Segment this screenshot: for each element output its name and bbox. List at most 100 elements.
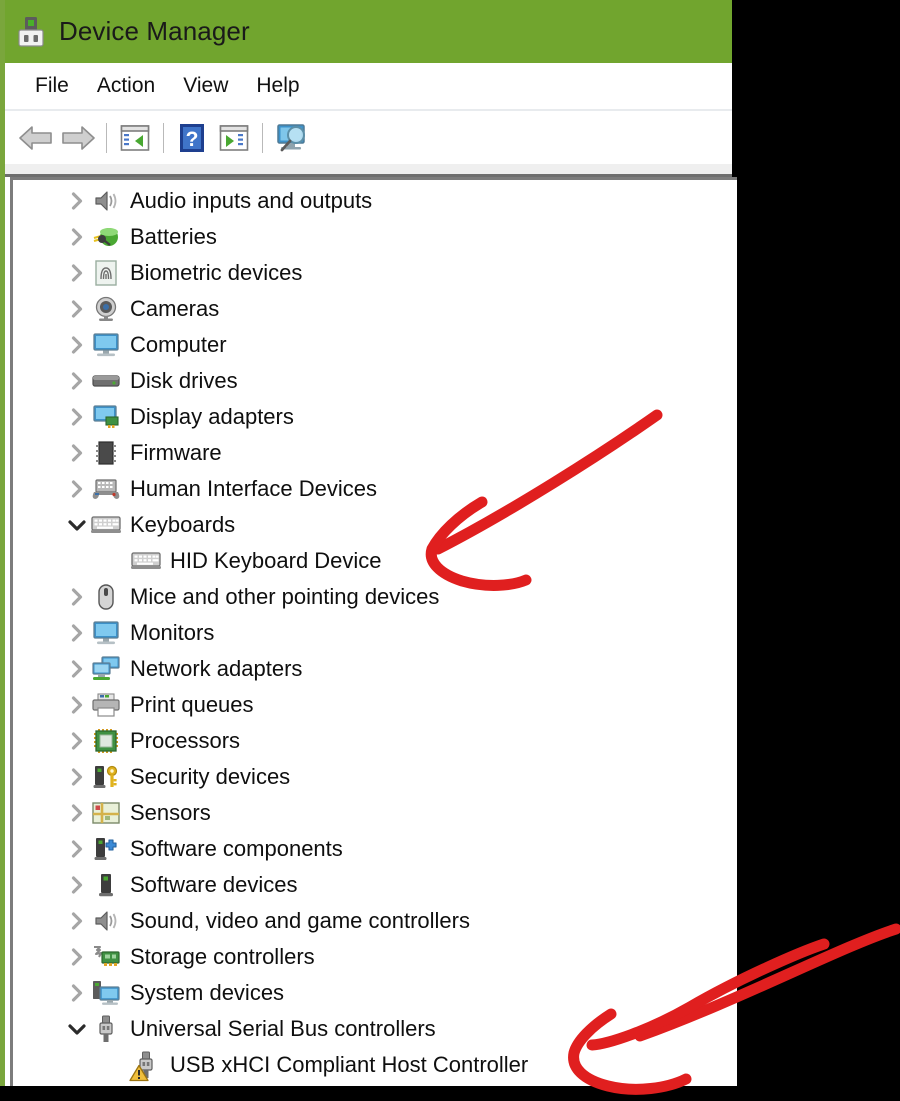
tree-node[interactable]: Network adapters: [13, 651, 737, 687]
tree-node-label: Audio inputs and outputs: [130, 188, 373, 213]
tree-node-label: Sound, video and game controllers: [130, 908, 470, 933]
tree-node-label: Display adapters: [130, 404, 294, 429]
forward-button[interactable]: [57, 118, 99, 158]
tree-node[interactable]: Monitors: [13, 615, 737, 651]
chevron-right-icon[interactable]: [64, 228, 90, 246]
tree-node[interactable]: Display adapters: [13, 399, 737, 435]
chevron-down-icon[interactable]: [64, 518, 90, 532]
tree-node[interactable]: Audio inputs and outputs: [13, 183, 737, 219]
tree-node[interactable]: Computer: [13, 327, 737, 363]
chevron-right-icon[interactable]: [64, 336, 90, 354]
chevron-right-icon[interactable]: [64, 264, 90, 282]
chevron-down-icon[interactable]: [64, 1022, 90, 1036]
tree-node-label: Cameras: [130, 296, 220, 321]
tree-node[interactable]: Biometric devices: [13, 255, 737, 291]
tree-node-label: Keyboards: [130, 512, 236, 537]
system-device-icon: [90, 979, 122, 1007]
tree-node-label: Biometric devices: [130, 260, 303, 285]
display-adapter-icon: [90, 403, 122, 431]
tree-node-label: Universal Serial Bus controllers: [130, 1016, 436, 1041]
chevron-right-icon[interactable]: [64, 732, 90, 750]
chevron-right-icon[interactable]: [64, 876, 90, 894]
hid-gamepad-icon: [90, 475, 122, 503]
menu-action[interactable]: Action: [83, 71, 169, 101]
device-tree-panel[interactable]: Audio inputs and outputs Batteries Biome…: [10, 177, 737, 1086]
chevron-right-icon[interactable]: [64, 768, 90, 786]
menu-bar: File Action View Help: [5, 63, 732, 111]
show-console-tree-button[interactable]: [114, 118, 156, 158]
tree-node[interactable]: Sound, video and game controllers: [13, 903, 737, 939]
keyboard-icon: [90, 511, 122, 539]
tree-node[interactable]: Security devices: [13, 759, 737, 795]
tree-node[interactable]: Universal Serial Bus controllers: [13, 1011, 737, 1047]
disk-drive-icon: [90, 367, 122, 395]
tree-node[interactable]: Sensors: [13, 795, 737, 831]
tree-node[interactable]: Mice and other pointing devices: [13, 579, 737, 615]
chevron-right-icon[interactable]: [64, 192, 90, 210]
usb-icon: [129, 1051, 162, 1082]
tree-node[interactable]: Software components: [13, 831, 737, 867]
chevron-right-icon[interactable]: [64, 660, 90, 678]
tree-node-label: Network adapters: [130, 656, 303, 681]
device-tree: Audio inputs and outputs Batteries Biome…: [13, 180, 737, 1083]
window-title: Device Manager: [59, 16, 250, 46]
chevron-right-icon[interactable]: [64, 588, 90, 606]
chevron-right-icon[interactable]: [64, 984, 90, 1002]
tree-node-label: Storage controllers: [130, 944, 315, 969]
speaker-icon: [90, 187, 122, 215]
tree-node-label: Human Interface Devices: [130, 476, 377, 501]
menu-file[interactable]: File: [21, 71, 83, 101]
menu-help[interactable]: Help: [242, 71, 313, 101]
tree-node[interactable]: Cameras: [13, 291, 737, 327]
tree-node-label: USB xHCI Compliant Host Controller: [170, 1052, 529, 1077]
device-manager-window: Device Manager File Action View Help ? A…: [0, 0, 737, 1086]
chevron-right-icon[interactable]: [64, 948, 90, 966]
tree-node[interactable]: Disk drives: [13, 363, 737, 399]
help-button[interactable]: ?: [171, 118, 213, 158]
tree-node-label: Disk drives: [130, 368, 238, 393]
tree-node-label: Software devices: [130, 872, 298, 897]
tree-node[interactable]: System devices: [13, 975, 737, 1011]
tree-node[interactable]: Software devices: [13, 867, 737, 903]
properties-button[interactable]: [213, 118, 255, 158]
toolbar-bottom-strip: [5, 164, 732, 177]
chevron-right-icon[interactable]: [64, 840, 90, 858]
firmware-chip-icon: [90, 439, 122, 467]
tree-node[interactable]: USB xHCI Compliant Host Controller: [13, 1047, 737, 1083]
tree-node[interactable]: Keyboards: [13, 507, 737, 543]
tree-node[interactable]: Human Interface Devices: [13, 471, 737, 507]
tree-node[interactable]: Firmware: [13, 435, 737, 471]
menu-view[interactable]: View: [169, 71, 242, 101]
title-bar: Device Manager: [5, 0, 732, 63]
toolbar: ?: [5, 111, 732, 164]
tree-node-label: HID Keyboard Device: [170, 548, 382, 573]
tree-node-label: System devices: [130, 980, 285, 1005]
tree-node[interactable]: Processors: [13, 723, 737, 759]
chevron-right-icon[interactable]: [64, 804, 90, 822]
back-button[interactable]: [15, 118, 57, 158]
tree-node-label: Firmware: [130, 440, 222, 465]
chevron-right-icon[interactable]: [64, 696, 90, 714]
tree-node[interactable]: Print queues: [13, 687, 737, 723]
printer-icon: [90, 691, 122, 719]
svg-text:?: ?: [186, 128, 199, 151]
chevron-right-icon[interactable]: [64, 372, 90, 390]
toolbar-separator: [163, 122, 164, 153]
chevron-right-icon[interactable]: [64, 624, 90, 642]
chevron-right-icon[interactable]: [64, 300, 90, 318]
usb-icon: [90, 1015, 122, 1043]
tree-node[interactable]: Batteries: [13, 219, 737, 255]
chevron-right-icon[interactable]: [64, 444, 90, 462]
processor-icon: [90, 727, 122, 755]
tree-node-label: Monitors: [130, 620, 215, 645]
tree-node-label: Print queues: [130, 692, 254, 717]
tree-node-label: Software components: [130, 836, 343, 861]
chevron-right-icon[interactable]: [64, 912, 90, 930]
tree-node[interactable]: HID Keyboard Device: [13, 543, 737, 579]
scan-hardware-changes-button[interactable]: [270, 118, 312, 158]
chevron-right-icon[interactable]: [64, 480, 90, 498]
tree-node[interactable]: Storage controllers: [13, 939, 737, 975]
toolbar-separator: [106, 122, 107, 153]
keyboard-icon: [130, 547, 162, 575]
chevron-right-icon[interactable]: [64, 408, 90, 426]
